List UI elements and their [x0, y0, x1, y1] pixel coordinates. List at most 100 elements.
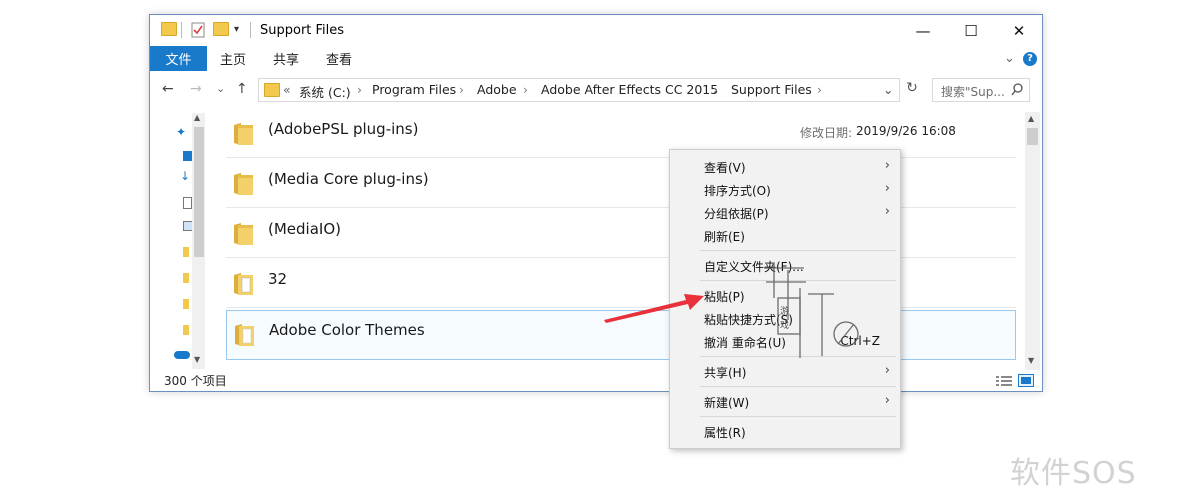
- file-name: 32: [268, 270, 288, 288]
- menu-item-label: 共享(H): [704, 366, 747, 380]
- tab-view[interactable]: 查看: [326, 46, 352, 71]
- details-view-icon[interactable]: [996, 375, 1012, 387]
- folder-icon[interactable]: [183, 247, 189, 257]
- help-icon[interactable]: ?: [1023, 52, 1037, 66]
- modified-date-label: 修改日期:: [800, 126, 853, 140]
- folder-icon[interactable]: [183, 325, 189, 335]
- navigation-scrollbar-thumb[interactable]: [194, 127, 204, 257]
- breadcrumb-after-effects[interactable]: Adobe After Effects CC 2015: [541, 82, 718, 97]
- folder-icon: [264, 83, 280, 97]
- file-name: (AdobePSL plug-ins): [268, 120, 419, 138]
- breadcrumb-separator[interactable]: ›: [817, 82, 822, 97]
- menu-item-label: 排序方式(O): [704, 184, 771, 198]
- menu-item-label: 刷新(E): [704, 230, 745, 244]
- annotation-arrow-icon: [604, 294, 704, 323]
- menu-item-group-by[interactable]: 分组依据(P) ›: [670, 202, 900, 224]
- path-prefix[interactable]: «: [283, 82, 291, 97]
- forward-arrow-icon[interactable]: →: [190, 81, 202, 97]
- menu-item-properties[interactable]: 属性(R): [670, 421, 900, 443]
- menu-item-refresh[interactable]: 刷新(E): [670, 225, 900, 247]
- folder-icon: [235, 324, 254, 346]
- menu-item-new[interactable]: 新建(W) ›: [670, 391, 900, 413]
- close-button[interactable]: ✕: [996, 18, 1042, 44]
- back-arrow-icon[interactable]: ←: [162, 81, 174, 97]
- breadcrumb-separator[interactable]: ›: [459, 82, 464, 97]
- divider: [250, 22, 251, 38]
- documents-icon[interactable]: [183, 197, 192, 209]
- menu-item-label: 粘贴(P): [704, 290, 745, 304]
- breadcrumb-adobe[interactable]: Adobe: [477, 82, 517, 97]
- menu-separator: [700, 386, 896, 387]
- refresh-icon[interactable]: ↻: [902, 80, 922, 100]
- properties-check-icon[interactable]: [191, 22, 205, 38]
- menu-item-view[interactable]: 查看(V) ›: [670, 156, 900, 178]
- submenu-arrow-icon: ›: [884, 393, 890, 408]
- folder-icon[interactable]: [183, 299, 189, 309]
- item-count: 300 个项目: [164, 374, 227, 388]
- up-arrow-icon[interactable]: ↑: [236, 81, 248, 97]
- tab-home[interactable]: 主页: [220, 46, 246, 71]
- modified-date-value: 2019/9/26 16:08: [856, 124, 956, 138]
- search-input[interactable]: 搜索"Sup...: [932, 78, 1030, 102]
- folder-icon[interactable]: [161, 22, 177, 38]
- menu-item-sort-by[interactable]: 排序方式(O) ›: [670, 179, 900, 201]
- maximize-button[interactable]: ☐: [948, 18, 994, 44]
- minimize-button[interactable]: —: [900, 18, 946, 44]
- submenu-arrow-icon: ›: [884, 158, 890, 173]
- search-icon[interactable]: [1011, 83, 1023, 97]
- file-name: (Media Core plug-ins): [268, 170, 429, 188]
- submenu-arrow-icon: ›: [884, 181, 890, 196]
- new-folder-icon[interactable]: [213, 22, 229, 38]
- breadcrumb-separator[interactable]: ›: [357, 82, 362, 97]
- menu-item-label: 查看(V): [704, 161, 746, 175]
- folder-icon: [234, 223, 253, 245]
- tab-file[interactable]: 文件: [150, 46, 207, 71]
- recent-locations-icon[interactable]: ⌄: [216, 82, 225, 95]
- folder-icon: [234, 123, 253, 145]
- breadcrumb-program-files[interactable]: Program Files: [372, 82, 456, 97]
- file-name: (MediaIO): [268, 220, 341, 238]
- menu-item-label: 分组依据(P): [704, 207, 769, 221]
- onedrive-cloud-icon[interactable]: [174, 351, 190, 359]
- expand-ribbon-icon[interactable]: ⌄: [1004, 46, 1015, 71]
- scroll-up-icon[interactable]: ▲: [194, 113, 200, 122]
- submenu-arrow-icon: ›: [884, 363, 890, 378]
- divider: [181, 22, 182, 38]
- tab-share[interactable]: 共享: [273, 46, 299, 71]
- file-name: Adobe Color Themes: [269, 321, 425, 339]
- folder-icon: [234, 173, 253, 195]
- breadcrumb-support-files[interactable]: Support Files: [731, 82, 812, 97]
- status-bar: 300 个项目: [150, 371, 1042, 391]
- title-bar: ▾ Support Files — ☐ ✕: [150, 15, 1042, 46]
- downloads-icon[interactable]: ↓: [180, 169, 190, 183]
- folder-with-file-icon: [234, 273, 253, 295]
- menu-separator: [700, 416, 896, 417]
- folder-icon[interactable]: [183, 273, 189, 283]
- scroll-down-icon[interactable]: ▼: [1028, 356, 1034, 365]
- breadcrumb-drive[interactable]: 系统 (C:): [299, 82, 351, 101]
- customize-quick-access-icon[interactable]: ▾: [234, 24, 248, 40]
- menu-item-label: 新建(W): [704, 396, 750, 410]
- menu-item-label: 属性(R): [704, 426, 746, 440]
- watermark-brand: 软件SOS: [1010, 456, 1137, 491]
- scroll-down-icon[interactable]: ▼: [194, 355, 200, 364]
- navigation-bar: ← → ⌄ ↑ « 系统 (C:) › Program Files › Adob…: [150, 75, 1042, 105]
- navigation-pane: ✦ ↓ ▲ ▼: [150, 107, 206, 369]
- address-dropdown-icon[interactable]: ⌄: [883, 82, 893, 97]
- breadcrumb-separator[interactable]: ›: [523, 82, 528, 97]
- menu-separator: [700, 250, 896, 251]
- watermark-stamp-text: 游: [780, 305, 789, 317]
- search-placeholder: 搜索"Sup...: [941, 85, 1005, 99]
- submenu-arrow-icon: ›: [884, 204, 890, 219]
- file-list: (AdobePSL plug-ins) 修改日期: 2019/9/26 16:0…: [226, 110, 1026, 372]
- explorer-window: ▾ Support Files — ☐ ✕ 文件 主页 共享 查看 ⌄ ? ← …: [149, 14, 1043, 392]
- breadcrumb-separator[interactable]: ›: [713, 82, 718, 97]
- large-icons-view-icon[interactable]: [1018, 374, 1034, 387]
- address-bar[interactable]: « 系统 (C:) › Program Files › Adobe › Adob…: [258, 78, 900, 102]
- ribbon-tabs: 文件 主页 共享 查看 ⌄ ?: [150, 46, 1042, 71]
- scroll-up-icon[interactable]: ▲: [1028, 114, 1034, 123]
- quick-access-pin-icon[interactable]: ✦: [176, 125, 186, 139]
- file-list-scrollbar[interactable]: ▲ ▼: [1025, 112, 1040, 370]
- window-title: Support Files: [260, 23, 345, 38]
- scrollbar-thumb[interactable]: [1027, 128, 1038, 145]
